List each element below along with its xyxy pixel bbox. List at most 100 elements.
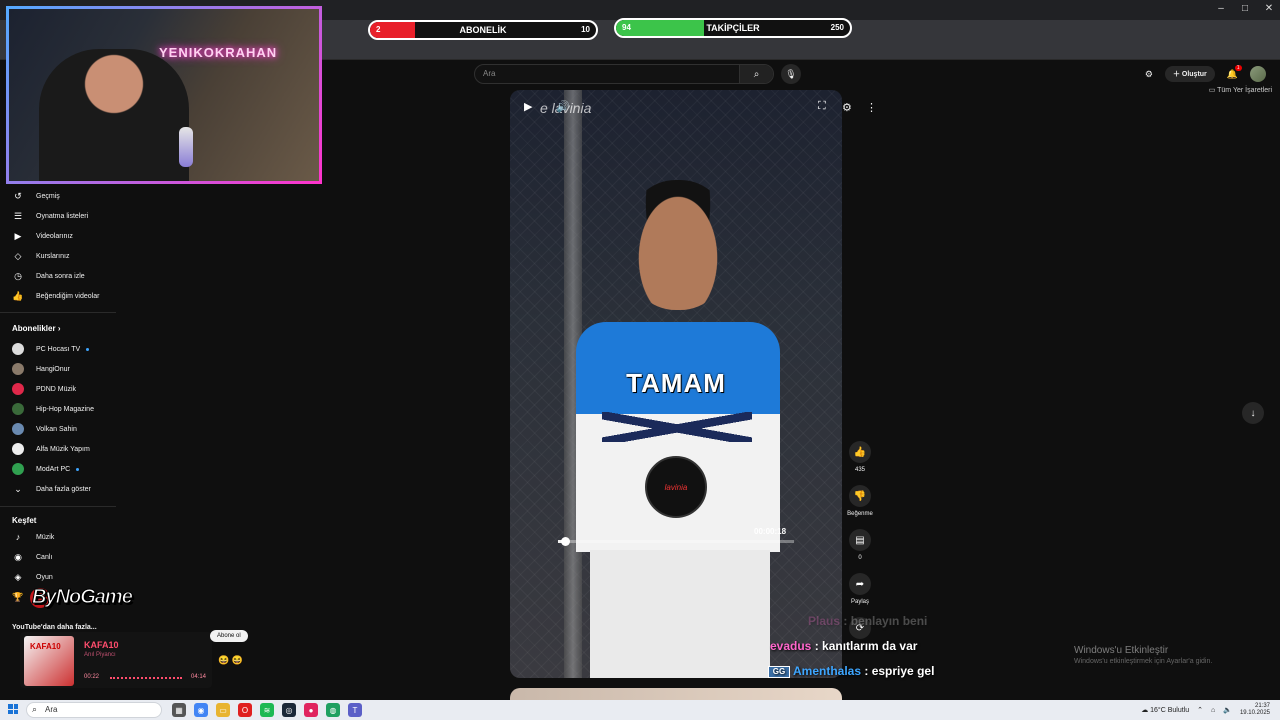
search-button[interactable]: ⌕ [739,65,773,83]
next-short-preview[interactable] [510,688,842,700]
video-scrubber[interactable] [558,537,794,546]
folder-icon: ▭ [1208,87,1216,94]
window-controls: – □ ✕ [1216,3,1274,14]
chat-message: evadus : kanıtlarım da var [770,639,918,653]
settings-gear-button[interactable]: ⚙ [842,101,852,114]
chat-username: Plaus [808,614,841,628]
fullscreen-button[interactable]: ⛶ [818,100,826,113]
channel-avatar [12,403,24,415]
like-button[interactable]: 👍 435 [846,441,874,473]
sidebar-item-history[interactable]: ↺ Geçmiş [0,186,116,206]
cloud-icon: ☁ [1141,707,1149,714]
taskbar-clock[interactable]: 21:37 19.10.2025 [1240,703,1270,717]
sidebar-item-channel[interactable]: HangiOnur [0,359,116,379]
sidebar-item-live[interactable]: ◉ Canlı [0,547,116,567]
channel-avatar [12,343,24,355]
maximize-button[interactable]: □ [1240,3,1250,14]
boy-head [628,180,728,310]
show-more-label: Daha fazla göster [36,485,91,493]
create-button[interactable]: ＋ Oluştur [1164,66,1215,82]
upload-gear-icon[interactable]: ⚙ [1145,69,1153,80]
play-button[interactable]: ▶ [524,100,532,113]
sidebar-item-liked-videos[interactable]: 👍 Beğendiğim videolar [0,286,116,306]
sidebar-item-channel[interactable]: Volkan Sahin [0,419,116,439]
sidebar-item-music[interactable]: ♪ Müzik [0,527,116,547]
channel-avatar [12,423,24,435]
weather-widget[interactable]: ☁ 16°C Bulutlu [1141,706,1189,714]
sidebar-item-playlists[interactable]: ☰ Oynatma listeleri [0,206,116,226]
steam-icon[interactable]: ◎ [282,703,296,717]
sidebar-item-channel[interactable]: Hip-Hop Magazine [0,399,116,419]
show-more-button[interactable]: ⌄ Daha fazla göster [0,479,116,499]
channel-avatar [12,363,24,375]
taskbar-search-input[interactable]: Ara [45,705,57,714]
obs-icon[interactable]: ◍ [326,703,340,717]
live-icon: ◉ [14,551,22,562]
network-icon[interactable]: ⌂ [1211,707,1215,714]
close-window-button[interactable]: ✕ [1264,3,1274,14]
sidebar-item-channel[interactable]: Alfa Müzik Yapım [0,439,116,459]
share-button[interactable]: ➦ Paylaş [846,573,874,605]
subscriptions-heading[interactable]: Abonelikler › [12,324,60,333]
playlist-icon: ☰ [13,210,23,221]
search-input[interactable]: Ara [483,69,495,78]
spotify-icon[interactable]: ≋ [260,703,274,717]
sidebar-item-label: Beğendiğim videolar [36,292,100,300]
opera-icon[interactable]: O [238,703,252,717]
sidebar-item-label: Oynatma listeleri [36,212,89,220]
comments-button[interactable]: ▤ 0 [846,529,874,561]
volume-button[interactable]: 🔊 [556,100,570,113]
chat-emote: GG [768,665,790,678]
now-playing-widget: KAFA10 KAFA10 Anıl Piyancı 00:22 04:14 [20,632,212,688]
sidebar-item-courses[interactable]: ◇ Kurslarınız [0,246,116,266]
sidebar-item-watch-later[interactable]: ◷ Daha sonra izle [0,266,116,286]
sidebar-item-your-videos[interactable]: ▶ Videolarınız [0,226,116,246]
dislike-button[interactable]: 👎 Beğenme [846,485,874,517]
sidebar-item-gaming[interactable]: ◈ Oyun [0,567,116,587]
file-explorer-icon[interactable]: ▭ [216,703,230,717]
start-button[interactable] [8,704,18,714]
search-box[interactable]: Ara ⌕ [474,64,774,84]
clock-date: 19.10.2025 [1239,710,1270,716]
sidebar-item-label: PC Hocası TV [36,345,81,353]
tray-expand-icon[interactable]: ⌃ [1197,706,1203,714]
app-icon[interactable]: ● [304,703,318,717]
windows-activation-watermark: Windows'u Etkinleştir Windows'u etkinleş… [1074,645,1212,665]
activation-subtitle: Windows'u etkinleştirmek için Ayarlar'a … [1074,658,1213,665]
sidebar-item-label: Alfa Müzik Yapım [36,445,90,453]
chevron-down-icon: ⌄ [14,483,22,494]
video-scrubber-handle[interactable] [561,537,571,546]
speaker-icon[interactable]: 🔈 [1223,706,1232,714]
track-title: KAFA10 [84,640,119,650]
all-bookmarks-link[interactable]: ▭ Tüm Yer İşaretleri [1209,86,1272,94]
sidebar-item-label: HangiOnur [36,365,70,373]
thumbs-down-icon: 👎 [853,490,867,502]
notifications-bell-icon[interactable]: 🔔 1 [1227,64,1242,80]
sidebar-item-channel[interactable]: PC Hocası TV [0,339,116,359]
voice-search-button[interactable]: 🎙 [781,64,801,84]
short-video-player[interactable]: TAMAM lavinia ▶ e lavinia 🔊 ⛶ 00:00:18 [510,90,842,678]
comment-count: 0 [858,555,862,561]
sidebar-item-channel[interactable]: ModArt PC [0,459,116,479]
follower-goal-bar: 94 TAKİPÇİLER 250 [614,18,852,38]
video-timestamp: 00:00:18 [754,527,787,536]
subscriber-goal-bar: 2 ABONELİK 10 [368,20,598,40]
taskbar-search[interactable]: ⌕ Ara [26,702,162,718]
play-icon: ▶ [524,101,533,113]
neon-sign: YENIKOKRAHAN [159,45,278,60]
next-video-button[interactable]: ↓ [1242,402,1264,424]
channel-badge-text: lavinia [664,482,688,492]
track-progress [110,677,182,679]
history-icon: ↺ [14,190,22,201]
minimize-button[interactable]: – [1216,3,1226,14]
video-menu-button[interactable]: ⋮ [866,101,877,114]
chrome-icon[interactable]: ◉ [194,703,208,717]
teams-icon[interactable]: T [348,703,362,717]
sidebar-item-channel[interactable]: PDND Müzik [0,379,116,399]
streamer [39,49,189,181]
windows-taskbar: ⌕ Ara ▦ ◉ ▭ O ≋ ◎ ● ◍ T ☁ 16°C Bulutlu ⌃… [0,700,1280,720]
arrow-down-icon: ↓ [1250,407,1256,419]
account-avatar[interactable] [1250,66,1266,82]
task-view-icon[interactable]: ▦ [172,703,186,717]
new-content-dot [76,467,80,471]
